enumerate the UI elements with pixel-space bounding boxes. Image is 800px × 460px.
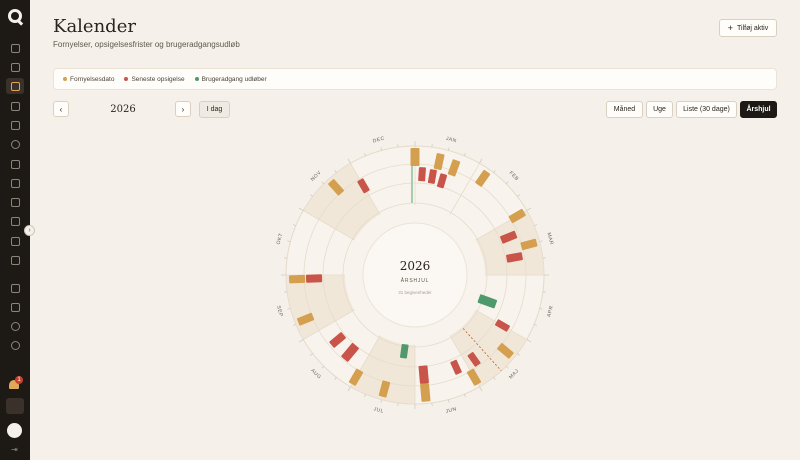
wheel-tick [321, 181, 324, 184]
wheel-tick [448, 399, 450, 403]
wheel-tick [534, 324, 538, 326]
month-label: SEP [275, 305, 284, 318]
wheel-tick [526, 339, 532, 343]
event-cancellation[interactable] [418, 365, 429, 384]
wheel-tick [493, 170, 496, 173]
wheel-tick [506, 181, 509, 184]
month-label: FEB [508, 170, 520, 182]
wheel-tick [380, 399, 382, 403]
wheel-tick [380, 147, 382, 151]
event-cancellation[interactable] [418, 167, 426, 182]
month-label: JUN [445, 406, 457, 415]
event-renewal[interactable] [410, 148, 420, 166]
wheel-center-label: ÅRSHJUL [401, 277, 429, 284]
month-label: OKT [276, 232, 285, 245]
wheel-tick [321, 366, 324, 369]
month-label: JAN [445, 136, 457, 145]
wheel-tick [464, 394, 466, 398]
wheel-center [362, 222, 468, 328]
wheel-tick [479, 386, 483, 392]
wheel-tick [539, 240, 543, 242]
wheel-tick [534, 224, 538, 226]
wheel-tick [448, 147, 450, 151]
wheel-tick [364, 152, 366, 156]
wheel-tick [517, 194, 520, 197]
year-wheel: JAN FEB MAR APR MAJ JUN JUL AUG SEP OKT NOV DEC 202… [275, 136, 555, 415]
wheel-tick [292, 224, 296, 226]
wheel-tick [347, 386, 351, 392]
wheel-tick [298, 339, 304, 343]
wheel-tick [479, 158, 483, 164]
event-renewal[interactable] [420, 383, 431, 402]
wheel-tick [347, 158, 351, 164]
wheel-tick [287, 308, 291, 310]
wheel-tick [334, 377, 337, 380]
month-label: AUG [309, 368, 322, 381]
wheel-tick [464, 152, 466, 156]
wheel-tick [506, 366, 509, 369]
month-label: DEC [372, 136, 385, 145]
event-renewal[interactable] [288, 274, 306, 284]
wheel-tick [364, 394, 366, 398]
sidebar-expand-button[interactable]: › [24, 225, 35, 236]
wheel-tick [310, 194, 313, 197]
wheel-tick [517, 353, 520, 356]
month-label: MAJ [508, 368, 520, 380]
wheel-tick [310, 353, 313, 356]
wheel-tick [334, 170, 337, 173]
month-label: NOV [310, 170, 323, 183]
wheel-center-year: 2026 [400, 259, 431, 273]
event-cancellation[interactable] [305, 274, 323, 283]
wheel-tick [298, 207, 304, 211]
wheel-center-caption: 31 begivenheder [398, 290, 432, 295]
month-label: JUL [373, 406, 385, 414]
month-label: APR [546, 305, 555, 318]
month-label: MAR [545, 232, 554, 246]
wheel-tick [539, 308, 543, 310]
wheel-tick [292, 324, 296, 326]
wheel-tick [493, 377, 496, 380]
wheel-tick [526, 207, 532, 211]
wheel-tick [287, 240, 291, 242]
